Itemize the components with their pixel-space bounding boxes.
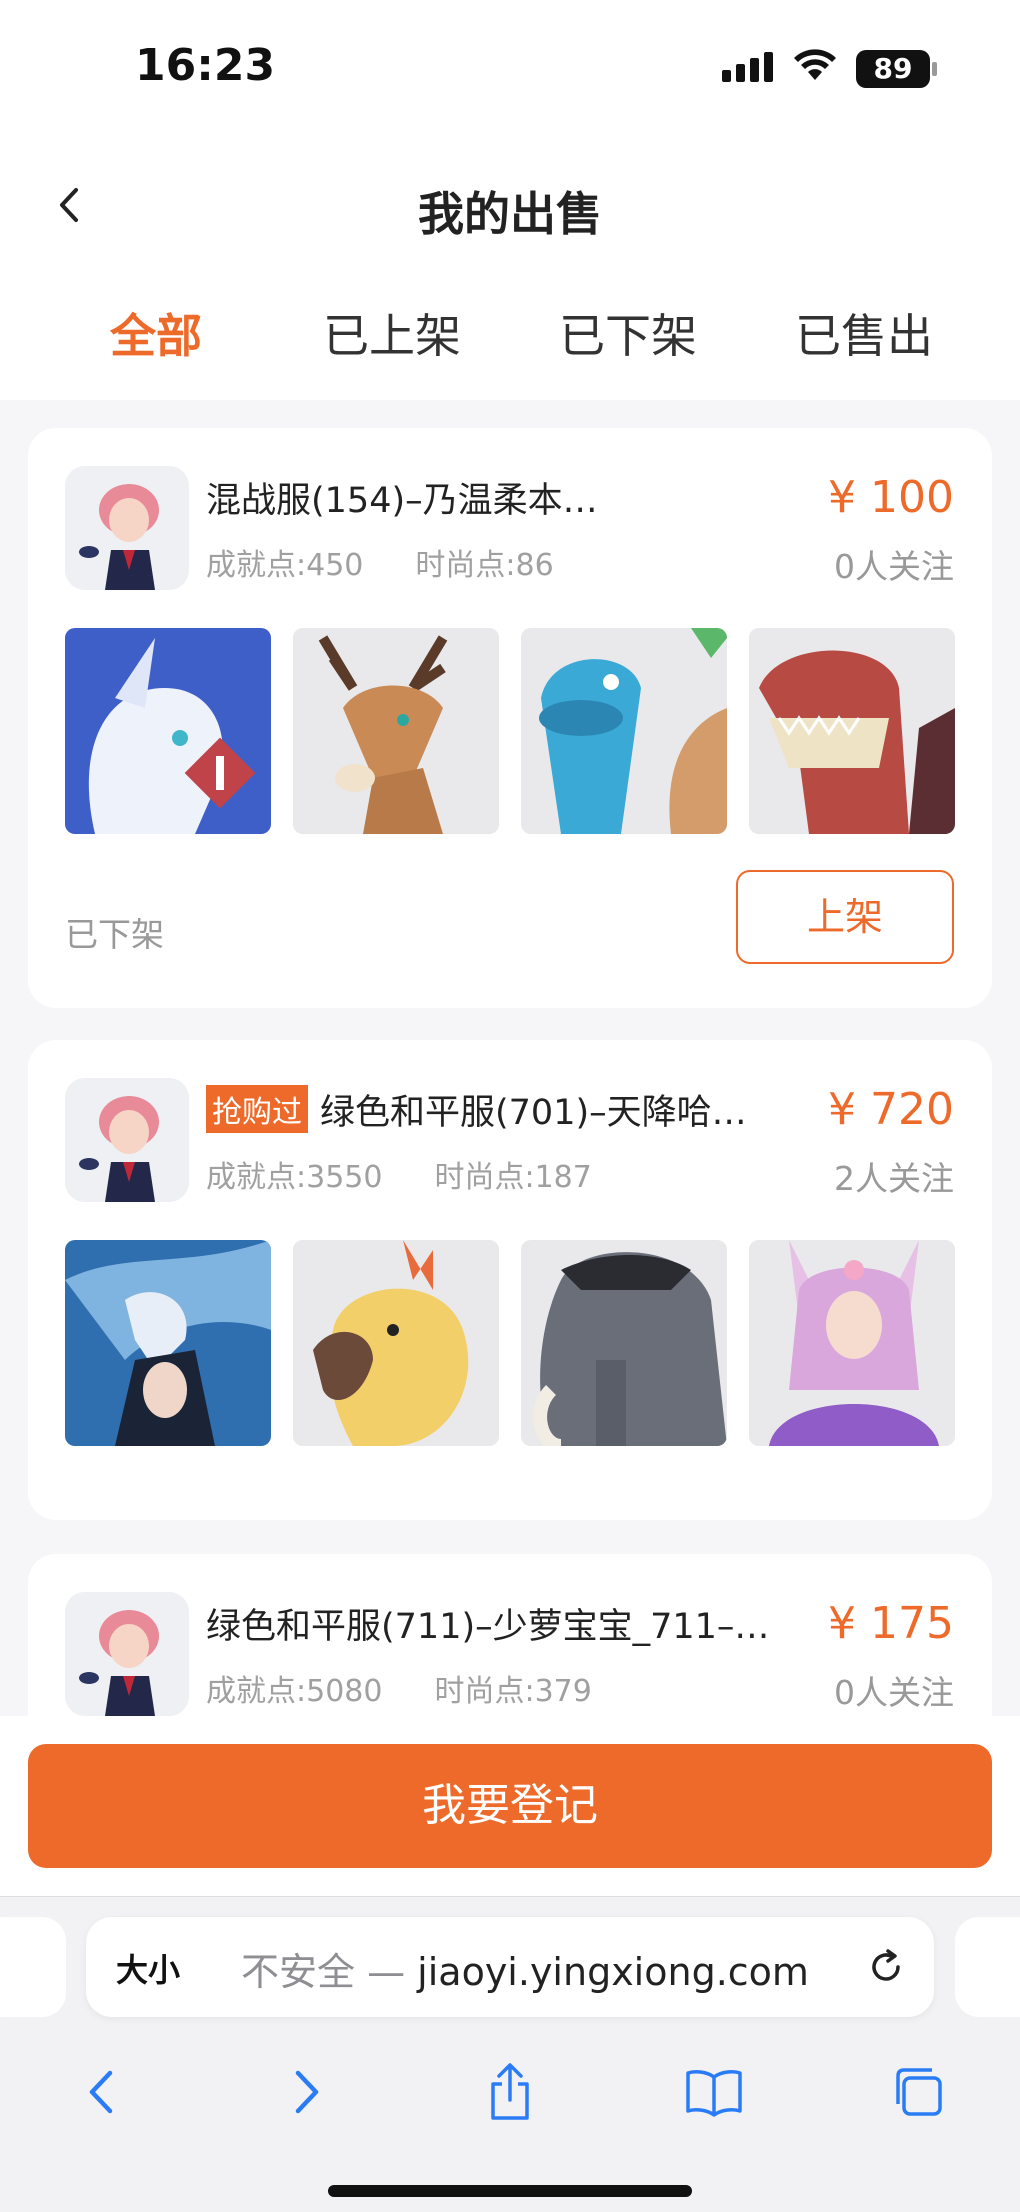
url-domain: jiaoyi.yingxiong.com	[417, 1950, 809, 1994]
dinosaur-pet-image	[521, 628, 727, 834]
register-button[interactable]: 我要登记	[28, 1744, 992, 1868]
status-bar: 16:23 89	[0, 0, 1020, 130]
listing-stats: 成就点:5080 时尚点:379	[206, 1666, 592, 1710]
pet-thumbnails	[65, 628, 955, 834]
fashion-points: 时尚点:379	[434, 1674, 592, 1709]
listing-title: 混战服(154)–乃温柔本身–Lv61	[206, 481, 606, 521]
listing-title: 绿色和平服(701)–天降哈基…	[320, 1093, 776, 1133]
url-text: 不安全 — jiaoyi.yingxiong.com	[241, 1941, 809, 1996]
reload-icon[interactable]	[864, 1945, 908, 1989]
listing-price: ¥ 720	[828, 1084, 954, 1135]
bookmarks-icon[interactable]	[674, 2057, 754, 2127]
list-for-sale-button[interactable]: 上架	[736, 870, 954, 964]
page-header: 我的出售 全部 已上架 已下架 已售出	[0, 130, 1020, 400]
mammoth-pet-image	[521, 1240, 727, 1446]
wifi-icon	[794, 49, 836, 80]
page-title: 我的出售	[418, 187, 602, 241]
tab-delisted[interactable]: 已下架	[510, 300, 746, 366]
fox-girl-image	[749, 1240, 955, 1446]
listing-stats: 成就点:3550 时尚点:187	[206, 1152, 592, 1196]
browser-nav-bar	[0, 2057, 1020, 2127]
tab-all[interactable]: 全部	[38, 300, 274, 366]
unicorn-pet-image	[65, 628, 271, 834]
listing-stats: 成就点:450 时尚点:86	[206, 540, 554, 584]
previous-tab-card[interactable]	[0, 1917, 66, 2017]
phoenix-pet-image	[293, 1240, 499, 1446]
follower-count: 0人关注	[834, 547, 954, 586]
listing-title: 绿色和平服(711)–少萝宝宝_711–…	[206, 1607, 770, 1647]
browser-back-icon[interactable]	[62, 2057, 142, 2127]
battery-icon: 89	[856, 50, 930, 88]
listing-price: ¥ 100	[828, 472, 954, 523]
listing-card[interactable]: 混战服(154)–乃温柔本身–Lv61 成就点:450时尚点:86 ¥ 100 …	[28, 428, 992, 1008]
insecure-label: 不安全 —	[241, 1950, 418, 1994]
character-avatar	[65, 466, 189, 590]
follower-count: 0人关注	[834, 1673, 954, 1712]
character-avatar	[65, 1078, 189, 1202]
address-bar[interactable]: 大小 不安全 — jiaoyi.yingxiong.com	[86, 1917, 934, 2017]
achievement-points: 成就点:3550	[206, 1160, 383, 1195]
fashion-points: 时尚点:187	[434, 1160, 592, 1195]
achievement-points: 成就点:5080	[206, 1674, 383, 1709]
browser-toolbar: 大小 不安全 — jiaoyi.yingxiong.com	[0, 1896, 1020, 2212]
browser-forward-icon[interactable]	[266, 2057, 346, 2127]
filter-tabs: 全部 已上架 已下架 已售出	[0, 300, 1020, 366]
fashion-points: 时尚点:86	[415, 548, 554, 583]
next-tab-card[interactable]	[955, 1917, 1020, 2017]
tab-listed[interactable]: 已上架	[274, 300, 510, 366]
tab-sold[interactable]: 已售出	[746, 300, 982, 366]
tabs-icon[interactable]	[878, 2057, 958, 2127]
winged-knight-image	[65, 1240, 271, 1446]
battery-cap	[932, 62, 937, 76]
listing-title-row: 抢购过 绿色和平服(701)–天降哈基…	[206, 1084, 776, 1135]
pet-thumbnails	[65, 1240, 955, 1446]
home-indicator	[328, 2185, 692, 2197]
achievement-points: 成就点:450	[206, 548, 364, 583]
bottom-action-bar: 我要登记	[0, 1716, 1020, 1896]
follower-count: 2人关注	[834, 1159, 954, 1198]
character-avatar	[65, 1592, 189, 1716]
deer-pet-image	[293, 628, 499, 834]
flash-sale-tag: 抢购过	[206, 1085, 308, 1133]
listing-status: 已下架	[65, 915, 164, 954]
listing-card[interactable]: 抢购过 绿色和平服(701)–天降哈基… 成就点:3550 时尚点:187 ¥ 72…	[28, 1040, 992, 1520]
share-icon[interactable]	[470, 2057, 550, 2127]
cellular-signal-icon	[722, 52, 773, 82]
text-size-button[interactable]: 大小	[116, 1945, 180, 1991]
listing-price: ¥ 175	[828, 1598, 954, 1649]
trex-pet-image	[749, 628, 955, 834]
status-time: 16:23	[135, 40, 276, 91]
